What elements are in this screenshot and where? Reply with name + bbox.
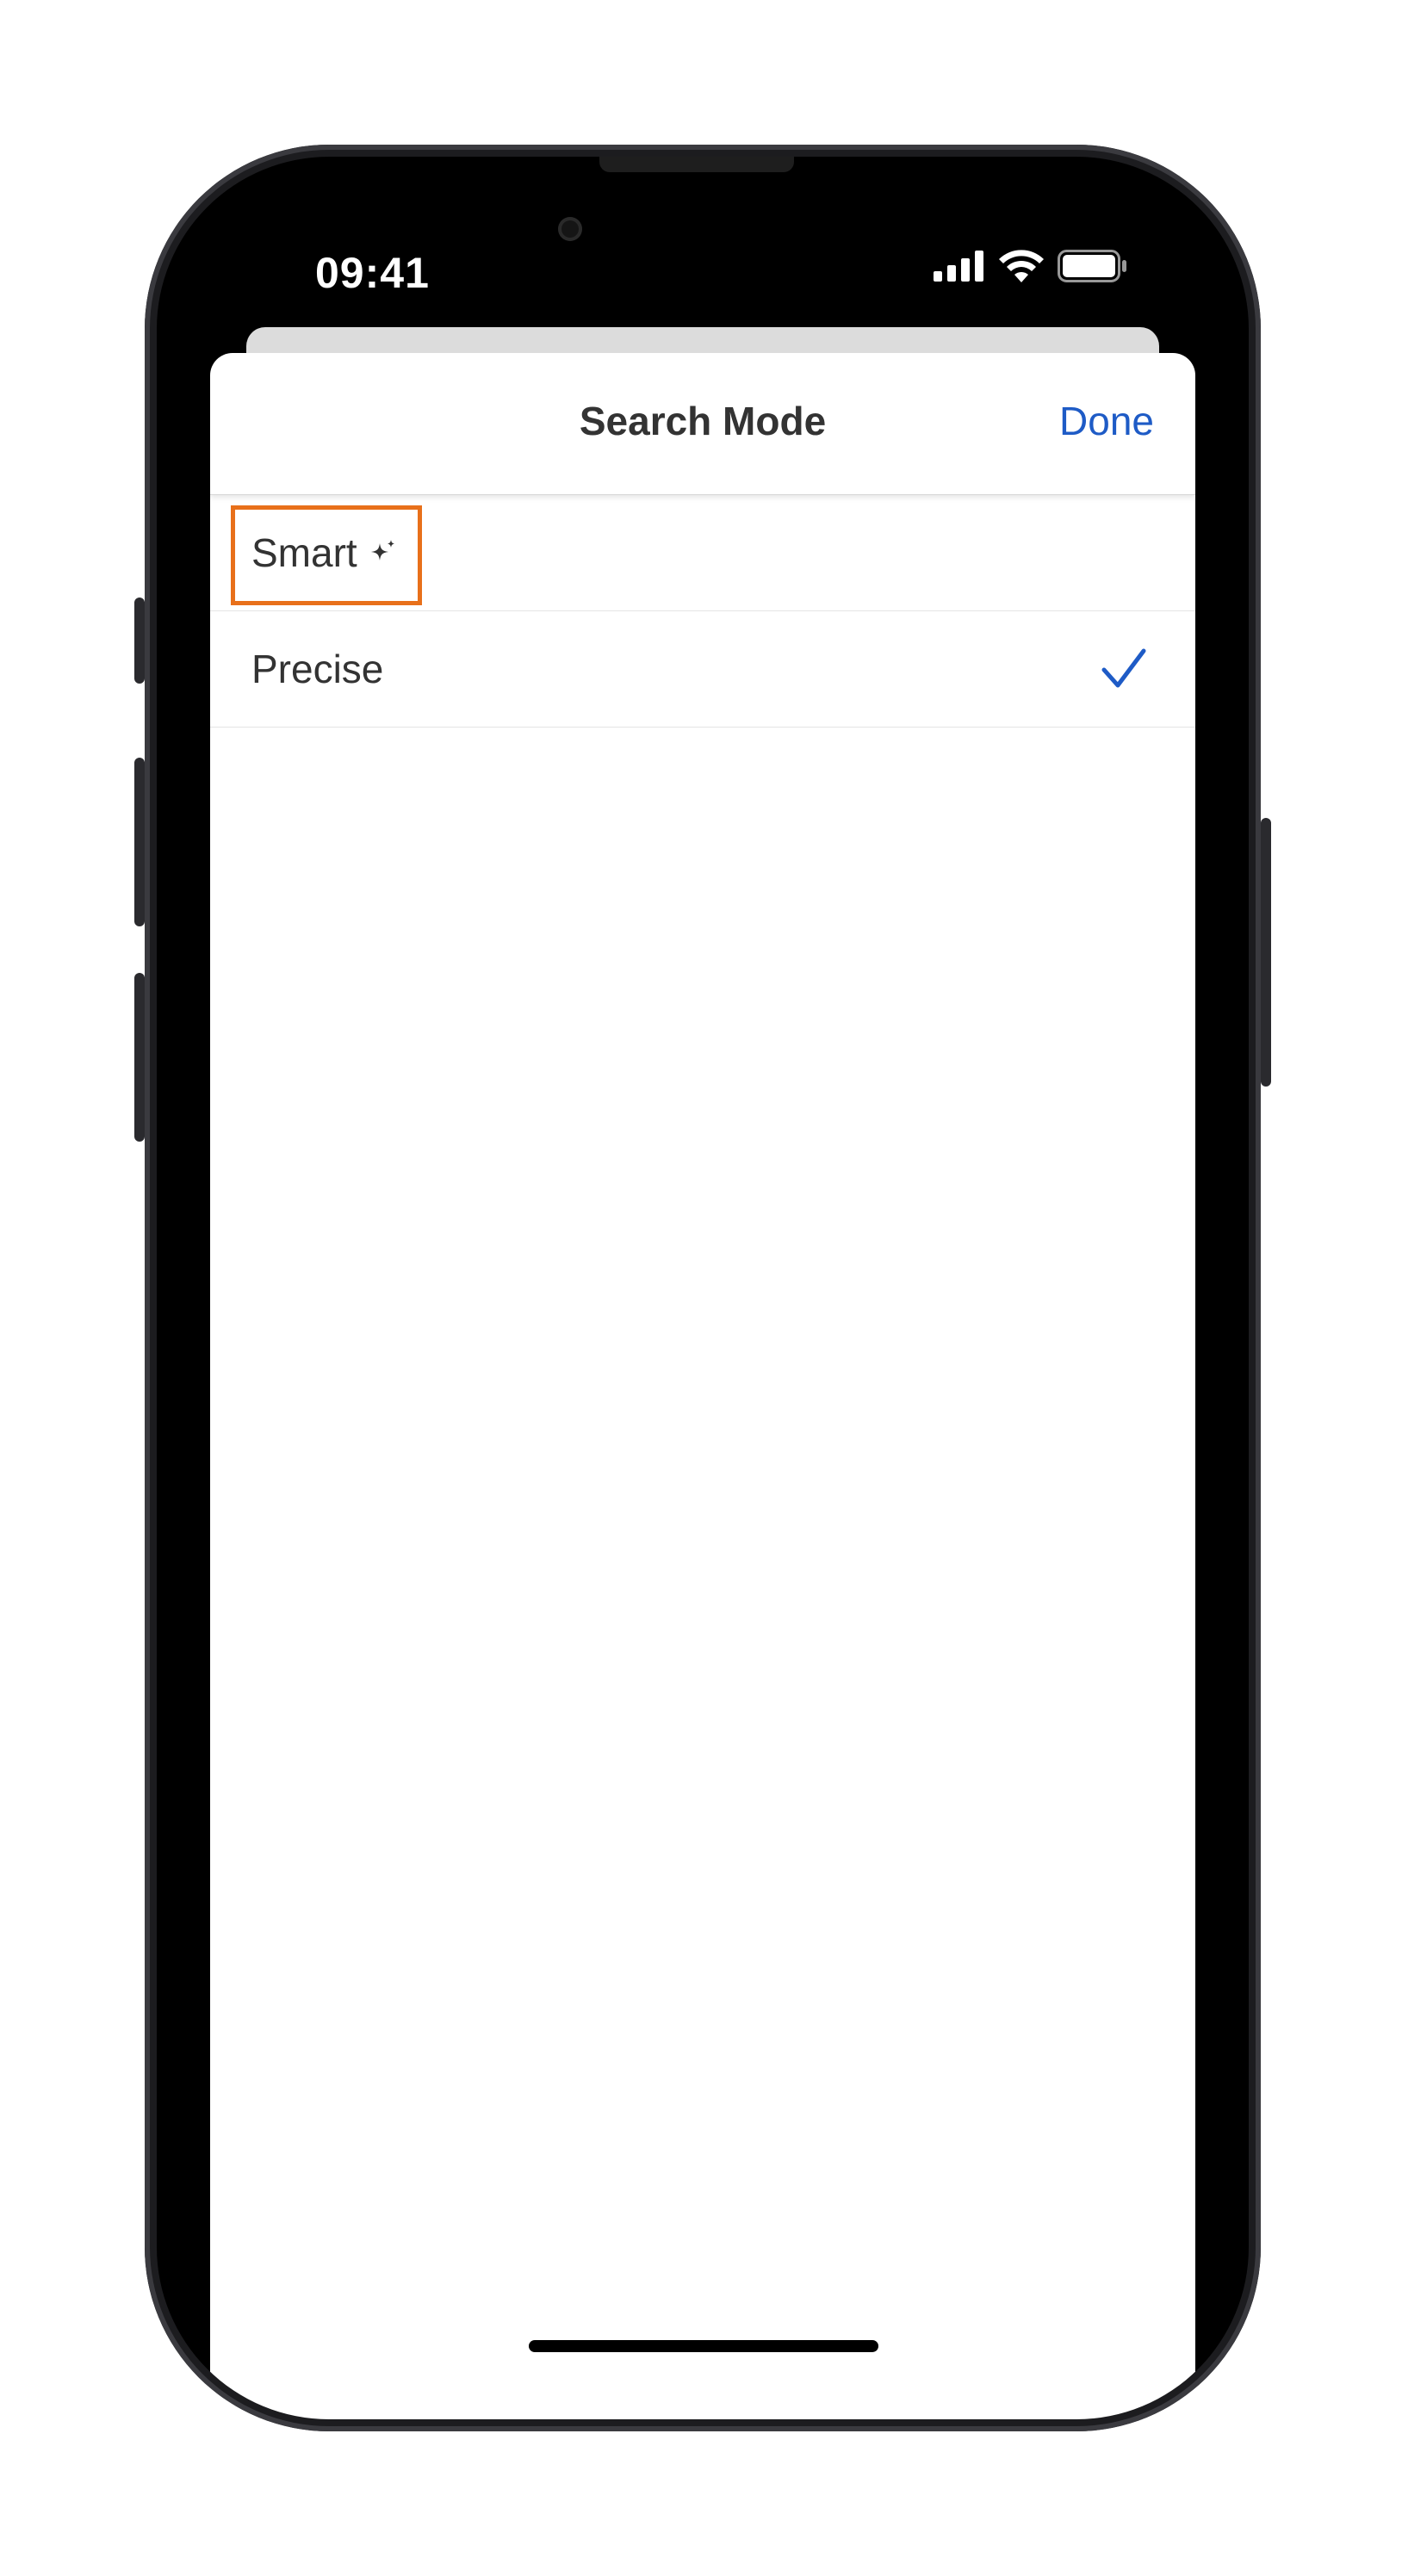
status-icons [934, 250, 1128, 282]
option-smart-label: Smart [251, 530, 357, 575]
phone-frame: 09:41 Search Mode Done Smart Precise [145, 145, 1261, 2431]
front-camera [558, 217, 582, 241]
cellular-signal-icon [934, 251, 983, 282]
option-smart-label-group: Smart [251, 529, 397, 576]
option-precise-label: Precise [251, 647, 384, 691]
search-mode-sheet: Search Mode Done Smart Precise [210, 353, 1195, 2419]
option-precise[interactable]: Precise [210, 611, 1195, 728]
stage: 09:41 Search Mode Done Smart Precise [0, 0, 1402, 2576]
done-button[interactable]: Done [1059, 398, 1154, 444]
sheet-title: Search Mode [579, 399, 827, 443]
wifi-icon [999, 250, 1044, 282]
status-time: 09:41 [315, 249, 430, 297]
home-indicator [529, 2340, 878, 2352]
battery-icon [1058, 250, 1126, 282]
power-button [1261, 818, 1271, 1087]
phone-screen: 09:41 Search Mode Done Smart Precise [157, 157, 1249, 2419]
volume-down-button [134, 973, 145, 1142]
sparkle-icon [370, 540, 394, 560]
checkmark-icon [1101, 648, 1146, 688]
sheet-header: Search Mode Done [210, 353, 1195, 495]
option-smart[interactable]: Smart [210, 495, 1195, 611]
volume-up-button [134, 758, 145, 926]
option-precise-label-group: Precise [251, 646, 383, 692]
action-button [134, 598, 145, 684]
earpiece-speaker [599, 157, 794, 172]
